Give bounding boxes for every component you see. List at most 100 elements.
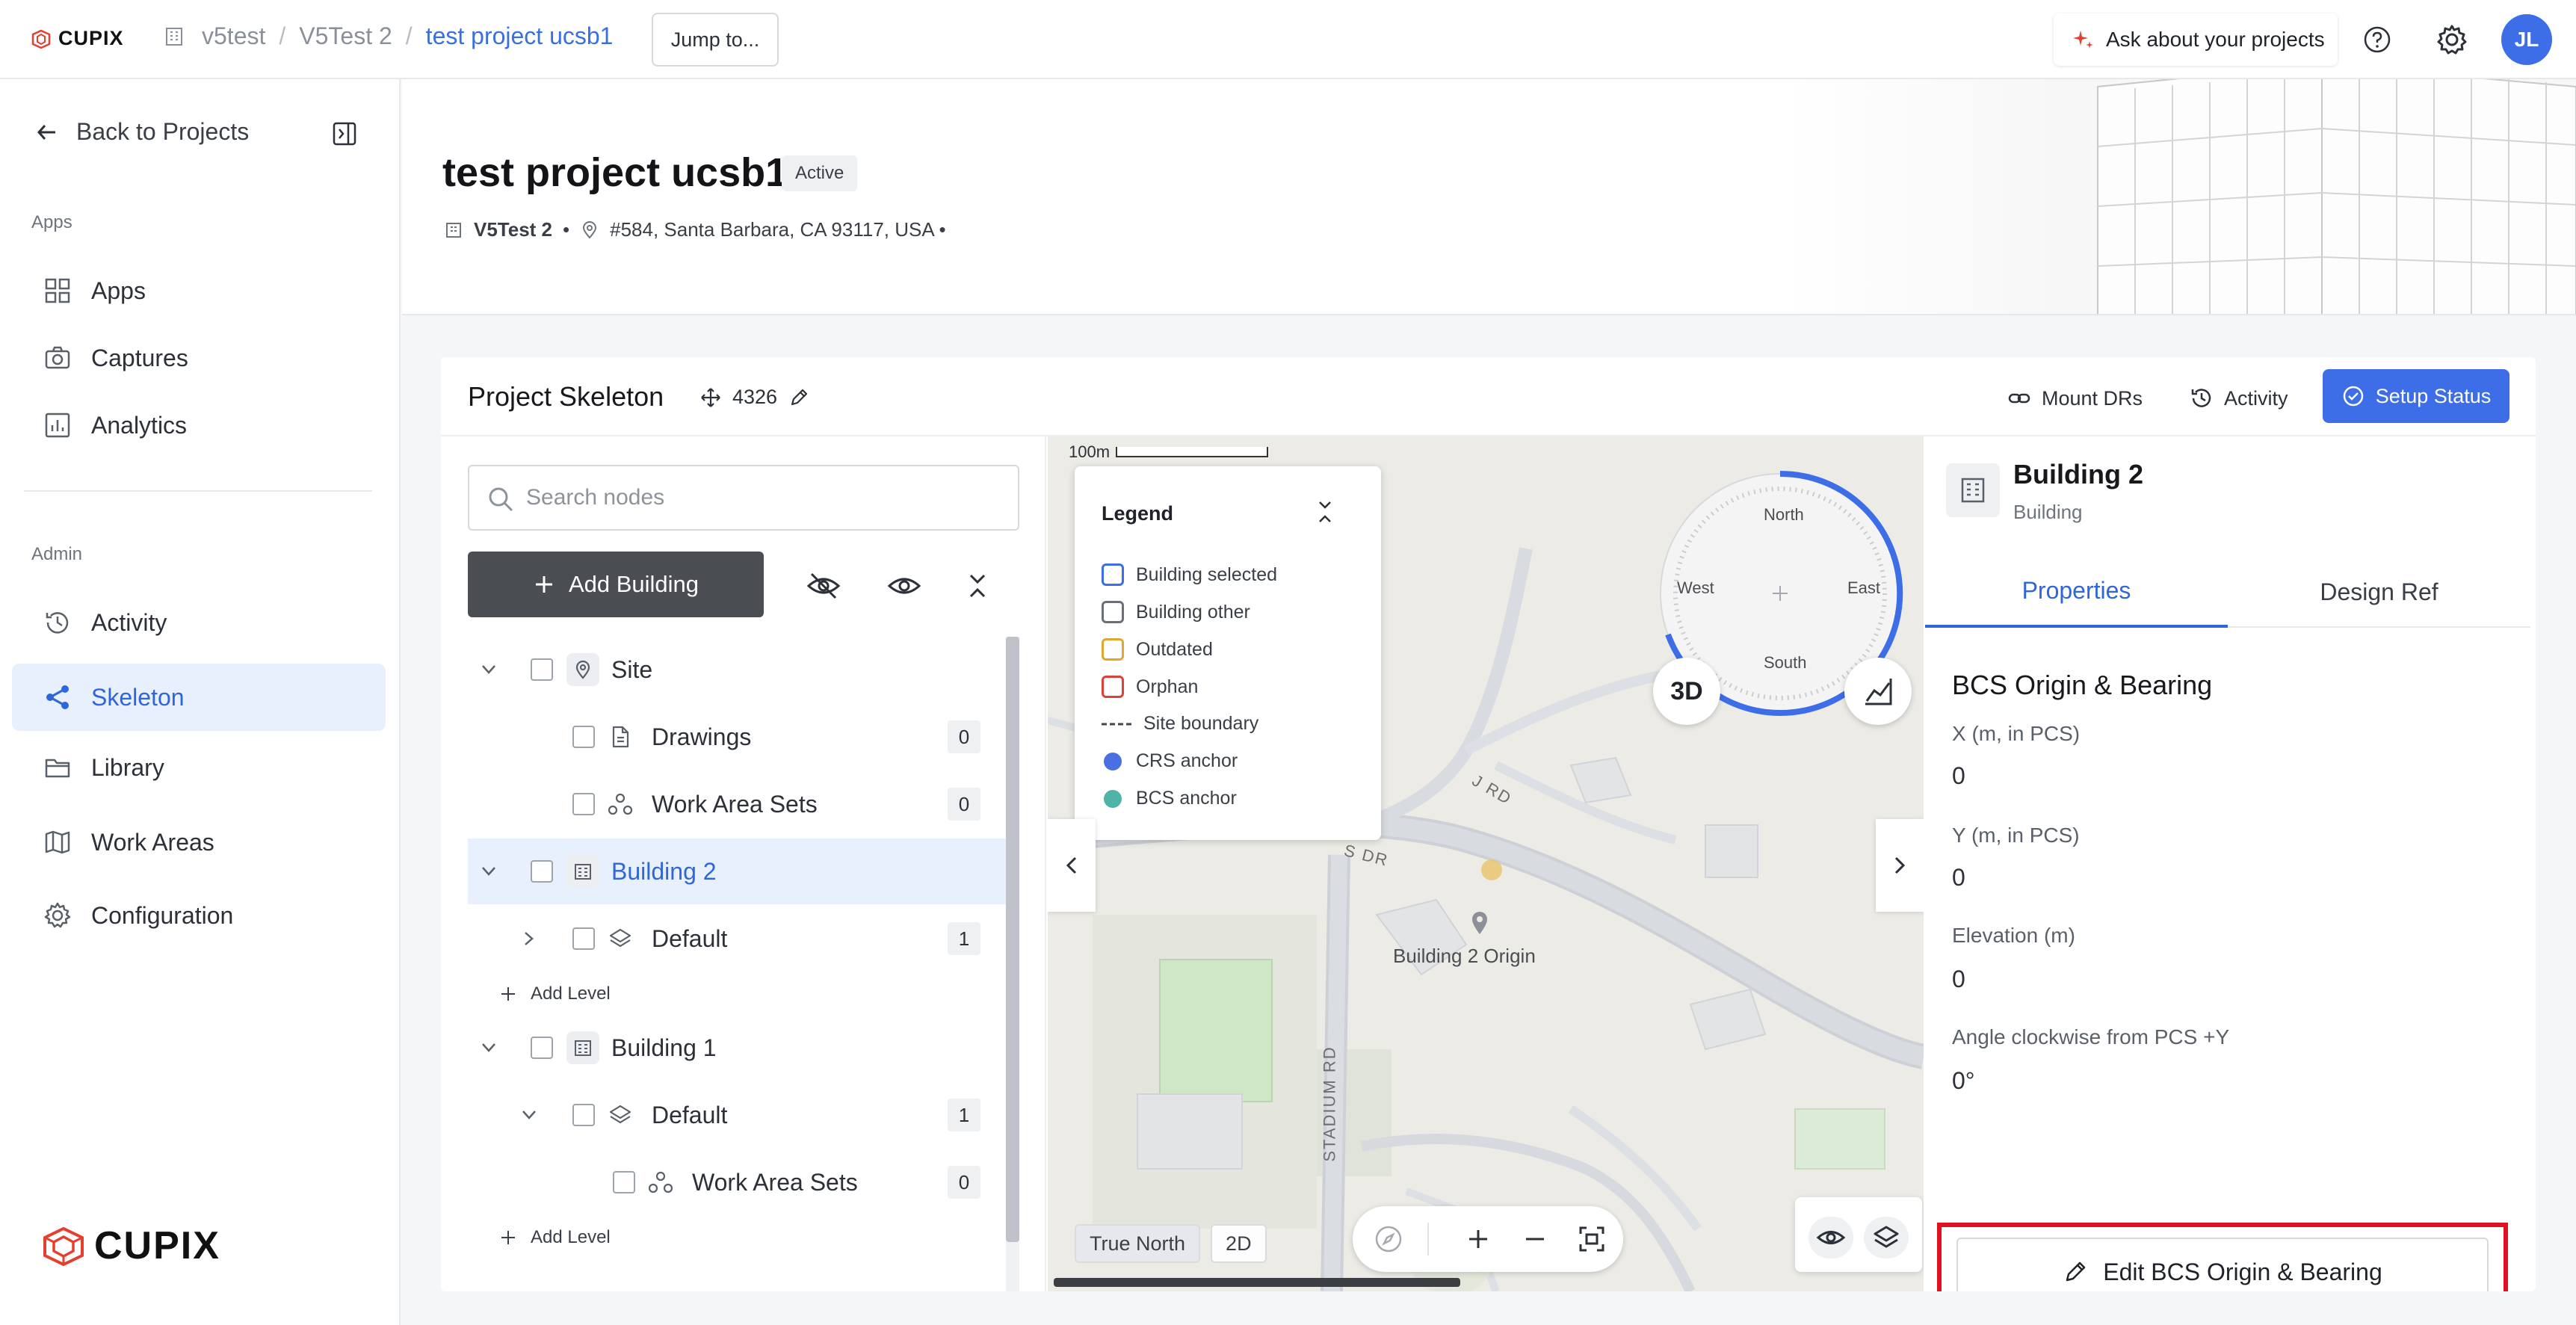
legend-label: Building selected [1136, 563, 1278, 585]
true-north-toggle[interactable]: True North [1075, 1224, 1201, 1263]
tree-node-drawings[interactable]: Drawings 0 [468, 704, 1006, 770]
node-checkbox[interactable] [572, 726, 595, 748]
tree-node-building-1[interactable]: Building 1 [468, 1015, 1006, 1081]
scrollbar-thumb[interactable] [1006, 637, 1019, 1242]
chevron-down-icon[interactable] [478, 861, 499, 882]
chevron-down-icon[interactable] [519, 1105, 540, 1125]
legend-swatch [1102, 563, 1124, 586]
bcs-anchor-marker[interactable] [1481, 859, 1502, 880]
tree-node-building-2[interactable]: Building 2 [468, 838, 1006, 904]
view-2d-button[interactable]: 2D [1211, 1224, 1267, 1263]
ask-ai-button[interactable]: Ask about your projects [2054, 13, 2338, 66]
map-scale: 100m [1069, 442, 1269, 462]
camera-icon [45, 346, 70, 369]
section-title: BCS Origin & Bearing [1952, 670, 2213, 700]
sidebar-item-configuration[interactable]: Configuration [12, 882, 386, 949]
collapse-all-icon[interactable] [960, 569, 995, 602]
legend-swatch [1102, 676, 1124, 698]
sidebar-item-apps[interactable]: Apps [12, 257, 386, 324]
cupix-logo[interactable]: CUPIX [30, 27, 124, 50]
layers-icon [604, 1099, 637, 1131]
search-input[interactable]: Search nodes [468, 465, 1019, 531]
tree-node-site[interactable]: Site [468, 637, 1006, 702]
jump-to-button[interactable]: Jump to... [652, 13, 779, 67]
ask-ai-label: Ask about your projects [2106, 28, 2325, 51]
tree-node-level-default[interactable]: Default 1 [468, 906, 1006, 972]
breadcrumb-org[interactable]: v5test [202, 22, 265, 50]
fit-view-icon[interactable] [1575, 1223, 1608, 1255]
field-value-elevation: 0 [1952, 966, 1965, 992]
breadcrumb-workspace[interactable]: V5Test 2 [299, 22, 392, 50]
chevron-down-icon[interactable] [478, 659, 499, 680]
hide-all-icon[interactable] [806, 569, 841, 602]
location-pin-icon[interactable] [1469, 909, 1490, 936]
tab-properties[interactable]: Properties [1925, 556, 2228, 628]
node-checkbox[interactable] [572, 1104, 595, 1126]
gear-icon[interactable] [2435, 22, 2469, 57]
mount-drs-label: Mount DRs [2042, 386, 2143, 410]
view-3d-button[interactable]: 3D [1653, 658, 1720, 725]
sidebar-item-skeleton[interactable]: Skeleton [12, 664, 386, 731]
skeleton-panel-header: Project Skeleton 4326 Mount DRs Activity… [441, 357, 2536, 436]
node-checkbox[interactable] [531, 860, 553, 883]
zoom-out-icon[interactable] [1519, 1223, 1551, 1255]
add-level-button[interactable]: Add Level [499, 1227, 611, 1248]
zoom-in-icon[interactable] [1462, 1223, 1495, 1255]
pencil-icon [2066, 1261, 2086, 1282]
edit-bcs-origin-button[interactable]: Edit BCS Origin & Bearing [1956, 1238, 2489, 1291]
help-icon[interactable] [2360, 22, 2394, 57]
field-value-angle: 0° [1952, 1067, 1975, 1094]
breadcrumb-project[interactable]: test project ucsb1 [426, 22, 614, 50]
chart-icon [45, 413, 70, 438]
sidebar-item-work-areas[interactable]: Work Areas [12, 809, 386, 876]
chevron-down-icon[interactable] [478, 1037, 499, 1058]
collapse-right-panel-button[interactable] [1876, 819, 1924, 912]
node-label: Building 2 [611, 857, 717, 885]
node-checkbox[interactable] [572, 793, 595, 815]
node-label: Building 1 [611, 1034, 717, 1061]
tree-node-level-default[interactable]: Default 1 [468, 1082, 1006, 1148]
add-building-label: Add Building [568, 571, 699, 597]
mount-drs-button[interactable]: Mount DRs [2007, 377, 2143, 420]
sidebar-item-analytics[interactable]: Analytics [12, 392, 386, 459]
map-horizontal-scrollbar[interactable] [1054, 1278, 1460, 1287]
back-to-projects-link[interactable]: Back to Projects [34, 118, 249, 146]
add-building-button[interactable]: Add Building [468, 552, 764, 617]
legend-item: Outdated [1102, 638, 1213, 661]
tilt-icon[interactable] [1844, 658, 1912, 725]
chevron-right-icon[interactable] [519, 928, 540, 949]
admin-section-label: Admin [31, 544, 83, 564]
tree-node-work-area-sets[interactable]: Work Area Sets 0 [468, 771, 1006, 837]
activity-button[interactable]: Activity [2190, 377, 2288, 420]
compass-reset-icon[interactable] [1372, 1223, 1405, 1255]
tree-node-work-area-sets[interactable]: Work Area Sets 0 [468, 1149, 1006, 1215]
sidebar-item-library[interactable]: Library [12, 734, 386, 801]
layers-icon[interactable] [1864, 1217, 1909, 1258]
tab-design-ref[interactable]: Design Ref [2228, 556, 2530, 628]
collapse-sidebar-icon[interactable] [332, 121, 357, 150]
sidebar-item-captures[interactable]: Captures [12, 324, 386, 392]
pencil-icon[interactable] [788, 386, 810, 409]
collapse-left-panel-button[interactable] [1048, 819, 1096, 912]
layers-icon [604, 922, 637, 955]
map-view[interactable]: 100m J RD S DR STADIUM RD Building 2 Ori… [1048, 436, 1924, 1291]
add-level-button[interactable]: Add Level [499, 983, 611, 1004]
field-label-x: X (m, in PCS) [1952, 722, 2081, 745]
sidebar-item-label: Activity [91, 608, 167, 636]
legend-label: Building other [1136, 601, 1250, 623]
avatar[interactable]: JL [2501, 14, 2552, 65]
work-area-sets-icon [604, 788, 637, 821]
show-all-icon[interactable] [886, 569, 922, 602]
node-checkbox[interactable] [531, 1037, 553, 1059]
legend-title: Legend [1102, 502, 1174, 525]
node-count: 0 [948, 1166, 980, 1199]
map-layer-controls [1795, 1197, 1922, 1272]
node-checkbox[interactable] [613, 1171, 635, 1193]
visibility-eye-icon[interactable] [1809, 1217, 1853, 1258]
node-checkbox[interactable] [531, 658, 553, 681]
collapse-legend-icon[interactable] [1315, 499, 1335, 528]
tree-scrollbar[interactable] [1006, 637, 1019, 1291]
sidebar-item-activity[interactable]: Activity [12, 589, 386, 656]
setup-status-button[interactable]: Setup Status [2323, 369, 2509, 423]
node-checkbox[interactable] [572, 927, 595, 950]
